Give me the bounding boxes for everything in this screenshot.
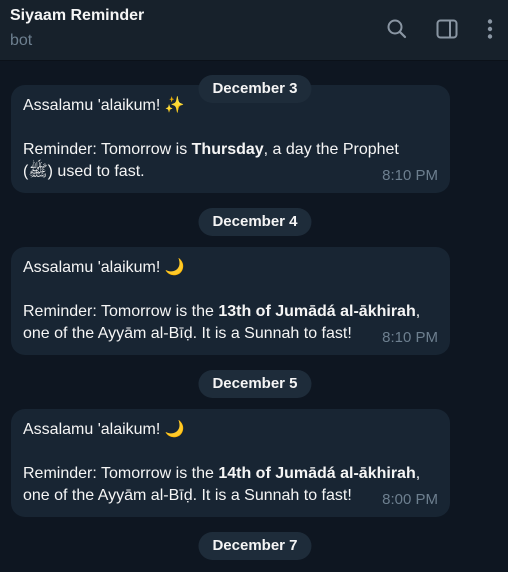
- message-text-continued: one of the Ayyām al-Bīḍ. It is a Sunnah …: [23, 487, 352, 504]
- more-vertical-icon[interactable]: [478, 16, 502, 42]
- date-separator: December 3: [198, 75, 312, 103]
- message-text: Reminder: Tomorrow is Thursday, a day th…: [23, 141, 399, 158]
- chat-status: bot: [10, 32, 33, 49]
- message-feed[interactable]: Assalamu 'alaikum! ✨ Reminder: Tomorrow …: [0, 61, 508, 572]
- message-text-continued: one of the Ayyām al-Bīḍ. It is a Sunnah …: [23, 325, 352, 342]
- sidebar-toggle-icon[interactable]: [435, 16, 459, 42]
- message-text: Reminder: Tomorrow is the 14th of Jumādá…: [23, 465, 421, 482]
- message-bubble[interactable]: Assalamu 'alaikum! 🌙 Reminder: Tomorrow …: [11, 247, 450, 355]
- date-separator: December 5: [198, 370, 312, 398]
- message-greeting: Assalamu 'alaikum! 🌙: [23, 259, 185, 276]
- message-greeting: Assalamu 'alaikum! 🌙: [23, 421, 185, 438]
- message-time: 8:10 PM: [382, 329, 438, 346]
- date-separator: December 4: [198, 208, 312, 236]
- chat-header: Siyaam Reminder bot: [0, 0, 508, 61]
- message-text: Reminder: Tomorrow is the 13th of Jumādá…: [23, 303, 421, 320]
- message-text-continued: (ﷺ) used to fast.: [23, 163, 145, 180]
- message-time: 8:10 PM: [382, 167, 438, 184]
- date-separator: December 7: [198, 532, 312, 560]
- search-icon[interactable]: [385, 16, 409, 42]
- message-time: 8:00 PM: [382, 491, 438, 508]
- chat-title[interactable]: Siyaam Reminder: [10, 7, 144, 25]
- message-bubble[interactable]: Assalamu 'alaikum! 🌙 Reminder: Tomorrow …: [11, 409, 450, 517]
